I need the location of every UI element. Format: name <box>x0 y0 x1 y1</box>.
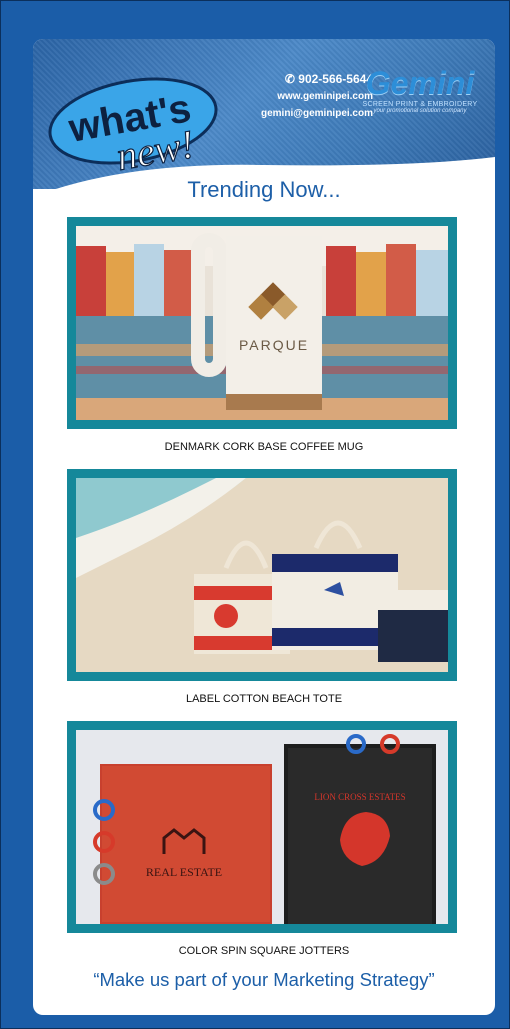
gemini-logo: Gemini SCREEN PRINT & EMBROIDERY your pr… <box>355 65 485 114</box>
website-link[interactable]: www.geminipei.com <box>223 88 373 105</box>
mug-print: PARQUE <box>239 337 309 353</box>
product-image-tote[interactable] <box>67 469 457 681</box>
logo-tagline: your promotional solution company <box>373 108 467 114</box>
jotters-photo: REAL ESTATE LION CROSS ESTATES <box>76 730 448 924</box>
product-caption: DENMARK CORK BASE COFFEE MUG <box>164 441 364 453</box>
jotter-black-print: LION CROSS ESTATES <box>314 792 405 802</box>
page-background: what's new! ✆ 902-566-5644 www.geminipei… <box>0 0 510 1029</box>
mug-photo: PARQUE <box>76 226 448 420</box>
logo-name: Gemini <box>365 65 475 101</box>
newsletter-card: what's new! ✆ 902-566-5644 www.geminipei… <box>33 39 495 1015</box>
jotter-red-print: REAL ESTATE <box>146 865 222 879</box>
product-caption: LABEL COTTON BEACH TOTE <box>185 693 343 705</box>
email-link[interactable]: gemini@geminipei.com <box>223 105 373 122</box>
tote-photo <box>76 478 448 672</box>
contact-block: ✆ 902-566-5644 www.geminipei.com gemini@… <box>223 71 373 122</box>
tagline: “Make us part of your Marketing Strategy… <box>93 969 435 990</box>
product-image-jotters[interactable]: REAL ESTATE LION CROSS ESTATES <box>67 721 457 933</box>
header-banner: what's new! ✆ 902-566-5644 www.geminipei… <box>33 39 495 217</box>
product-caption: COLOR SPIN SQUARE JOTTERS <box>178 945 350 957</box>
product-image-mug[interactable]: PARQUE <box>67 217 457 429</box>
phone-icon: ✆ <box>284 72 295 86</box>
logo-subtitle: SCREEN PRINT & EMBROIDERY <box>362 101 478 108</box>
section-title: Trending Now... <box>187 177 341 202</box>
